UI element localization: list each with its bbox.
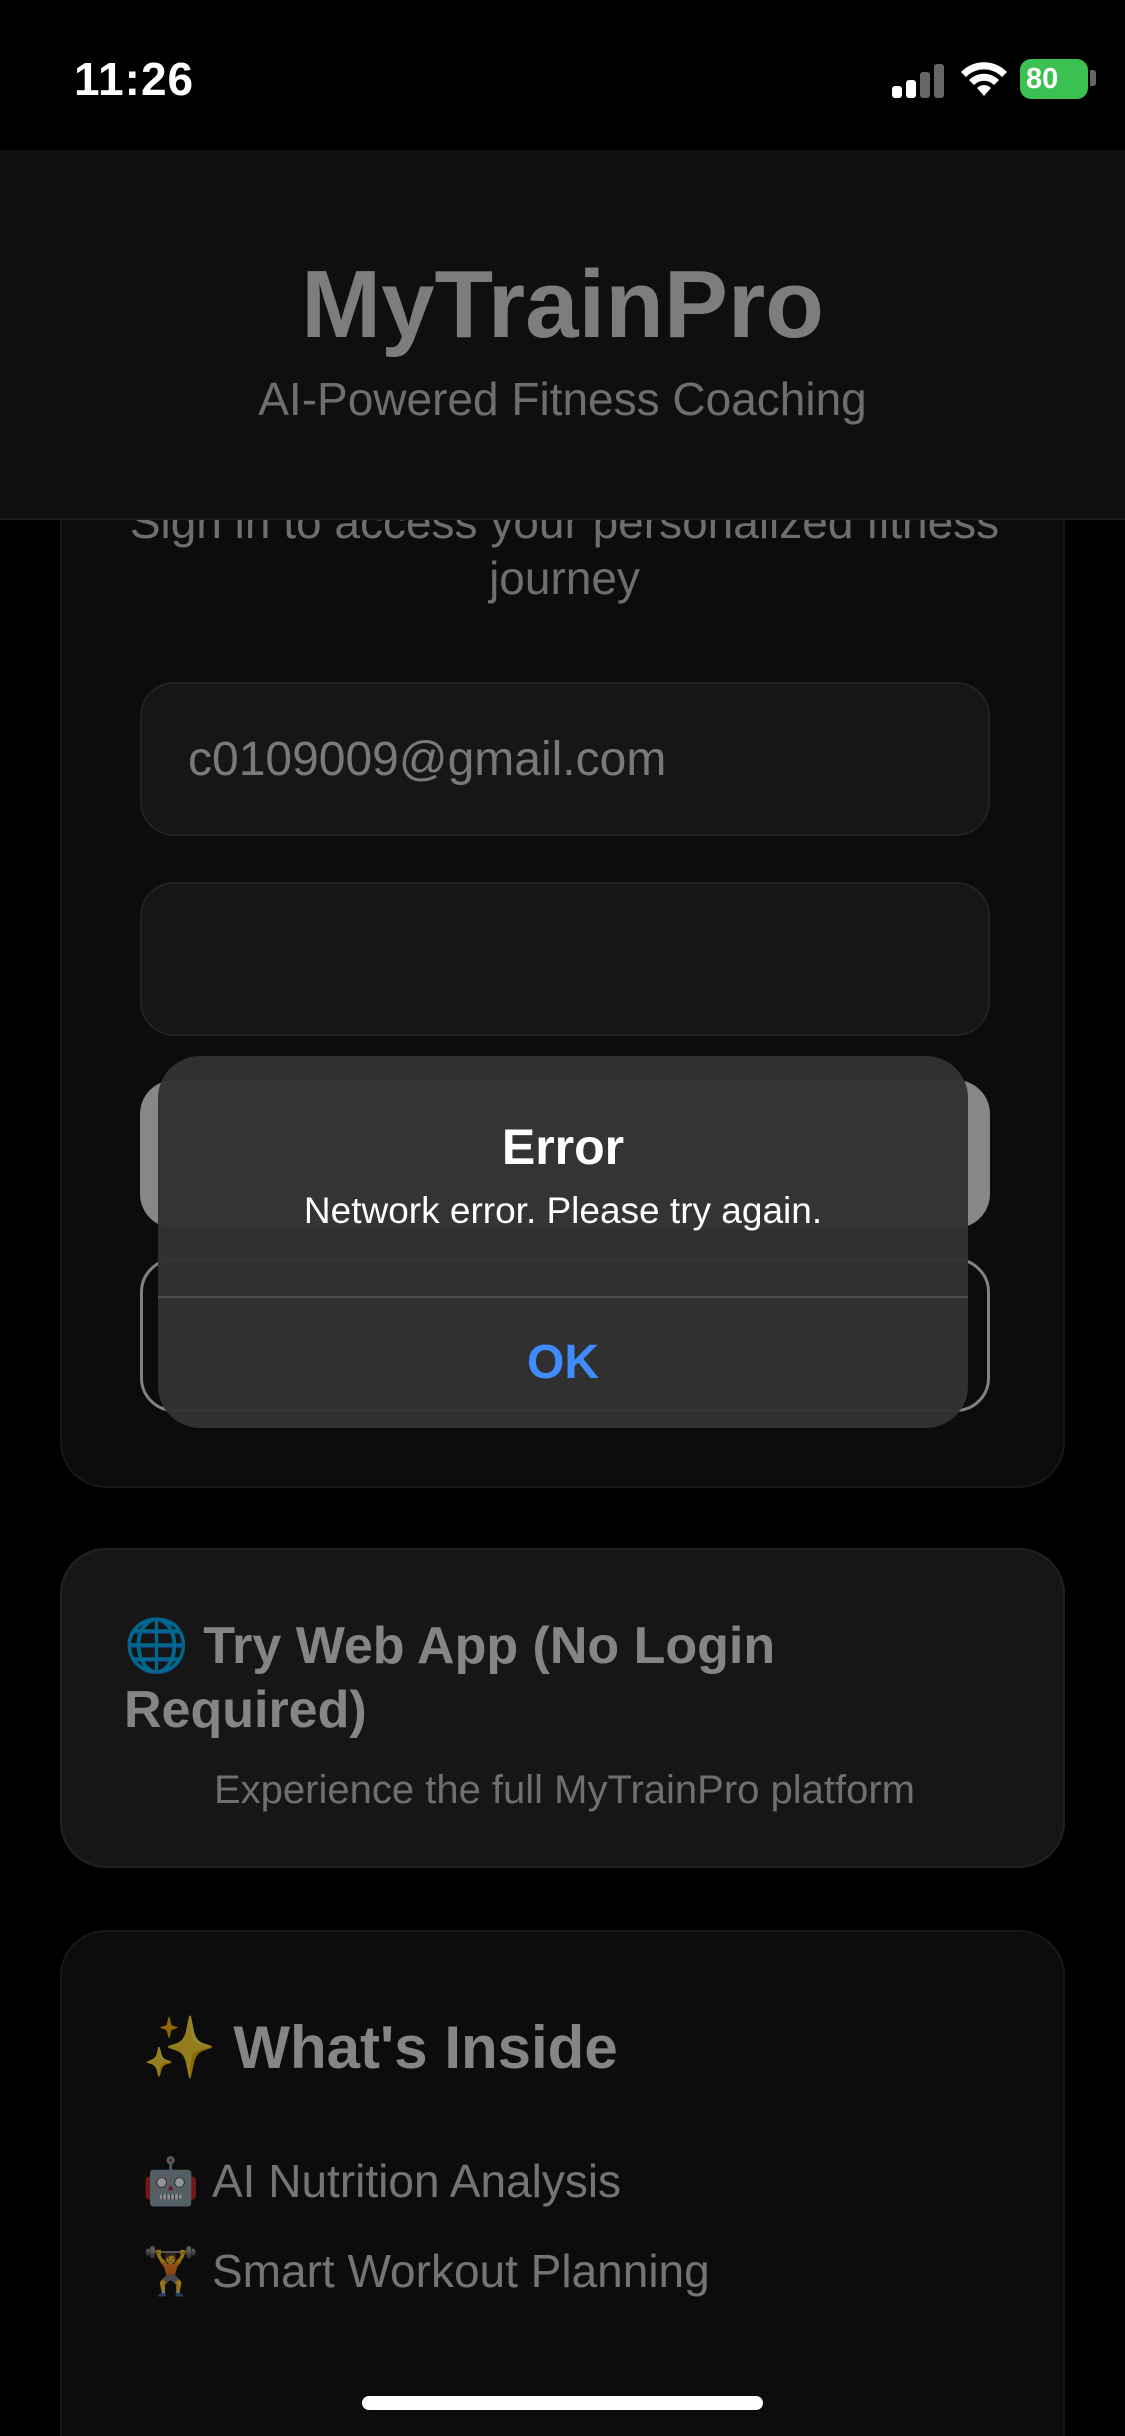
error-alert: Error Network error. Please try again. O… <box>158 1056 968 1428</box>
battery-cap <box>1090 70 1096 86</box>
status-bar: 11:26 80 <box>0 0 1125 150</box>
battery-level: 80 <box>1026 63 1059 95</box>
status-time: 11:26 <box>74 53 195 105</box>
ok-button[interactable]: OK <box>158 1298 968 1428</box>
alert-title: Error <box>501 1119 625 1175</box>
wifi-icon <box>961 62 1007 96</box>
battery-icon: 80 <box>1020 59 1088 99</box>
cellular-signal-icon <box>892 62 944 98</box>
alert-message: Network error. Please try again. <box>303 1190 823 1231</box>
home-indicator[interactable] <box>362 2396 763 2410</box>
